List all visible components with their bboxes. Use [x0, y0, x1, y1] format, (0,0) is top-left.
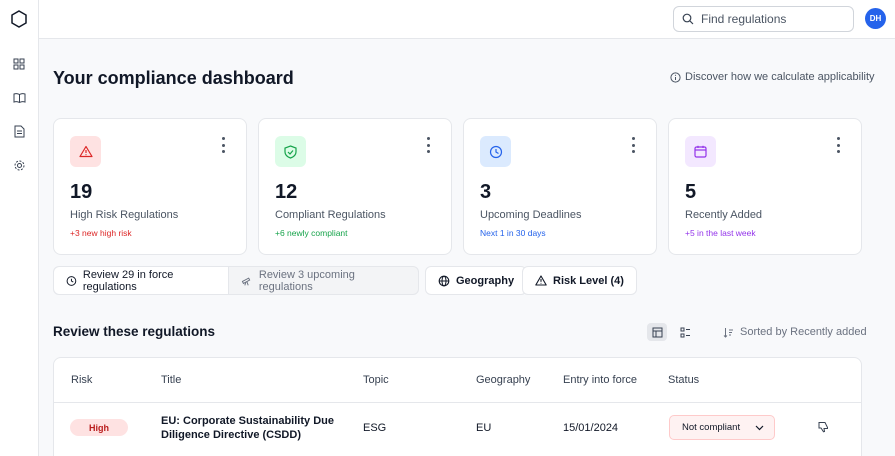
regulations-table: Risk Title Topic Geography Entry into fo…	[53, 357, 862, 456]
card-high-risk[interactable]: 19 High Risk Regulations +3 new high ris…	[53, 118, 247, 255]
table-layout-icon	[652, 327, 662, 337]
sort-icon	[723, 327, 733, 338]
search-box[interactable]	[673, 6, 854, 32]
card-value: 19	[70, 181, 93, 203]
dashboard-icon[interactable]	[10, 55, 28, 73]
top-bar: DH	[39, 0, 895, 39]
risk-level-filter-label: Risk Level (4)	[553, 274, 624, 287]
telescope-icon	[242, 276, 251, 285]
card-compliant[interactable]: 12 Compliant Regulations +6 newly compli…	[258, 118, 452, 255]
list-layout-icon	[680, 327, 690, 337]
tab-in-force[interactable]: Review 29 in force regulations	[54, 267, 230, 294]
clock-icon	[480, 136, 511, 167]
tab-upcoming-label: Review 3 upcoming regulations	[258, 268, 355, 293]
card-menu-button[interactable]	[630, 137, 636, 153]
risk-badge: High	[70, 419, 128, 436]
sort-control[interactable]: Sorted by Recently added	[723, 326, 867, 338]
card-subtext: +6 newly compliant	[275, 228, 348, 238]
card-deadlines[interactable]: 3 Upcoming Deadlines Next 1 in 30 days	[463, 118, 657, 255]
globe-icon	[438, 275, 450, 286]
gear-icon[interactable]	[10, 156, 28, 174]
status-value: Not compliant	[682, 422, 741, 433]
list-view-toggle[interactable]	[675, 323, 695, 341]
card-subtext: +3 new high risk	[70, 228, 132, 238]
tab-upcoming[interactable]: Review 3 upcoming regulations	[229, 267, 418, 294]
chevron-down-icon	[755, 425, 764, 430]
search-input[interactable]	[701, 12, 841, 26]
search-icon	[682, 13, 694, 25]
avatar[interactable]: DH	[865, 8, 886, 29]
sort-label: Sorted by Recently added	[740, 326, 867, 338]
warning-icon	[70, 136, 101, 167]
discover-link[interactable]: Discover how we calculate applicability	[670, 71, 875, 83]
clock-icon	[66, 275, 77, 286]
shield-check-icon	[275, 136, 306, 167]
table-view-toggle[interactable]	[647, 323, 667, 341]
section-title: Review these regulations	[53, 324, 216, 339]
discover-link-label: Discover how we calculate applicability	[685, 71, 875, 83]
risk-level-filter-button[interactable]: Risk Level (4)	[522, 266, 637, 295]
card-value: 5	[685, 181, 697, 203]
column-header-risk[interactable]: Risk	[71, 374, 92, 386]
card-subtext: +5 in the last week	[685, 228, 756, 238]
card-label: High Risk Regulations	[70, 209, 179, 221]
regulation-title-line: Diligence Directive (CSDD)	[161, 429, 301, 441]
column-header-topic[interactable]: Topic	[363, 374, 389, 386]
sidebar	[0, 0, 39, 456]
hexagon-logo-icon[interactable]	[9, 9, 29, 29]
warning-icon	[535, 275, 547, 286]
geography-filter-label: Geography	[456, 274, 515, 287]
table-row[interactable]: High EU: Corporate Sustainability Due Di…	[54, 402, 861, 454]
status-dropdown[interactable]: Not compliant	[669, 415, 775, 440]
card-recently-added[interactable]: 5 Recently Added +5 in the last week	[668, 118, 862, 255]
regulation-title-line: EU: Corporate Sustainability Due	[161, 415, 334, 427]
regulation-title[interactable]: EU: Corporate Sustainability Due Diligen…	[161, 414, 334, 442]
book-icon[interactable]	[10, 89, 28, 107]
geography-cell: EU	[476, 422, 492, 434]
card-subtext: Next 1 in 30 days	[480, 228, 546, 238]
regulation-segmented-control: Review 29 in force regulations Review 3 …	[53, 266, 419, 295]
column-header-entry-into-force[interactable]: Entry into force	[563, 374, 637, 386]
card-menu-button[interactable]	[425, 137, 431, 153]
column-header-status[interactable]: Status	[668, 374, 699, 386]
topic-cell: ESG	[363, 422, 387, 434]
card-value: 3	[480, 181, 492, 203]
column-header-title[interactable]: Title	[161, 374, 181, 386]
entry-into-force-cell: 15/01/2024	[563, 422, 619, 434]
calendar-icon	[685, 136, 716, 167]
tab-in-force-label: Review 29 in force regulations	[82, 268, 174, 293]
card-label: Recently Added	[685, 209, 763, 221]
card-menu-button[interactable]	[220, 137, 226, 153]
card-label: Upcoming Deadlines	[480, 209, 582, 221]
page-title: Your compliance dashboard	[53, 68, 294, 88]
thumbs-down-icon[interactable]	[817, 421, 829, 436]
info-icon	[670, 71, 681, 83]
geography-filter-button[interactable]: Geography	[425, 266, 528, 295]
card-label: Compliant Regulations	[275, 209, 386, 221]
document-icon[interactable]	[10, 122, 28, 140]
card-value: 12	[275, 181, 298, 203]
card-menu-button[interactable]	[835, 137, 841, 153]
column-header-geography[interactable]: Geography	[476, 374, 530, 386]
